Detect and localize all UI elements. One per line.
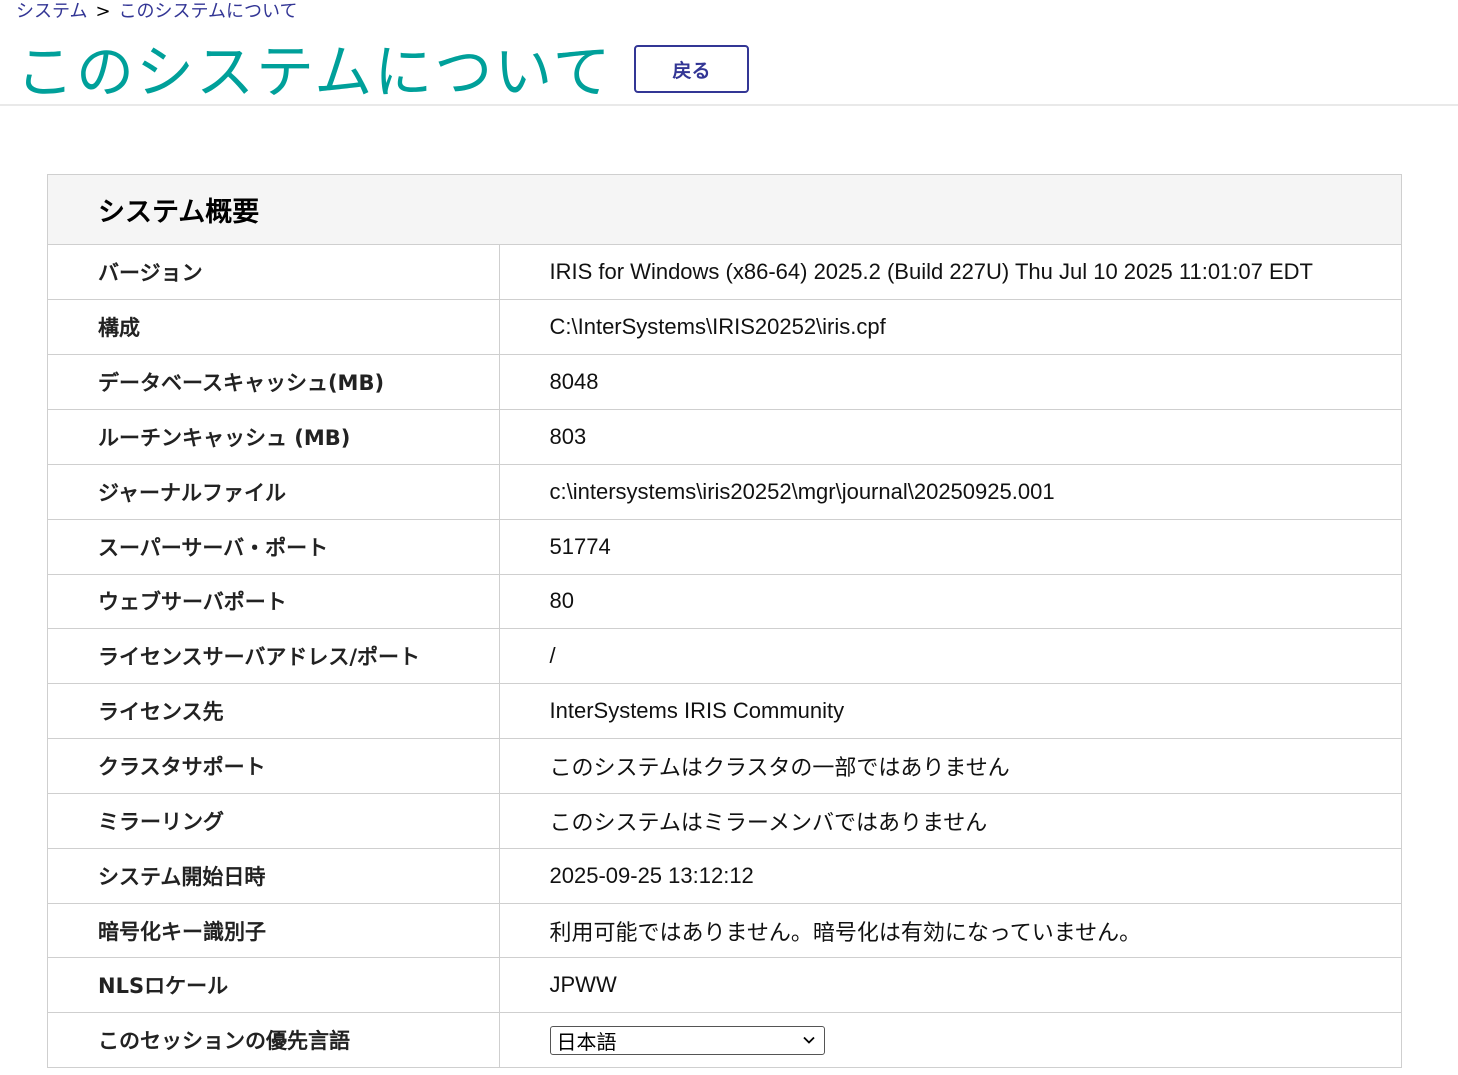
row-label-mirroring: ミラーリング (48, 793, 500, 849)
row-label-license-server: ライセンスサーバアドレス/ポート (48, 628, 500, 685)
row-label-preferred-language: このセッションの優先言語 (48, 1012, 500, 1069)
row-value-webserver-port: 80 (499, 574, 1401, 630)
table-row: ルーチンキャッシュ (MB) 803 (48, 409, 1401, 465)
row-label-version: バージョン (48, 245, 500, 301)
row-value-db-cache: 8048 (499, 354, 1401, 411)
breadcrumb-separator: > (95, 1, 111, 22)
table-row: クラスタサポート このシステムはクラスタの一部ではありません (48, 738, 1401, 794)
row-value-cluster-support: このシステムはクラスタの一部ではありません (499, 738, 1401, 794)
table-row: ウェブサーバポート 80 (48, 574, 1401, 630)
panel-header: システム概要 (48, 175, 1401, 245)
page-title: このシステムについて (16, 38, 613, 106)
table-row: ライセンス先 InterSystems IRIS Community (48, 683, 1401, 740)
table-row: バージョン IRIS for Windows (x86-64) 2025.2 (… (48, 245, 1401, 301)
row-value-preferred-language: 日本語 (499, 1012, 1401, 1069)
table-row: ライセンスサーバアドレス/ポート / (48, 628, 1401, 685)
row-label-routine-cache: ルーチンキャッシュ (MB) (48, 409, 500, 465)
row-label-start-time: システム開始日時 (48, 848, 500, 904)
table-row: ジャーナルファイル c:\intersystems\iris20252\mgr\… (48, 464, 1401, 520)
breadcrumb-link-about[interactable]: このシステムについて (119, 1, 298, 22)
back-button[interactable]: 戻る (634, 45, 749, 93)
table-row: ミラーリング このシステムはミラーメンバではありません (48, 793, 1401, 849)
row-label-encryption-key: 暗号化キー識別子 (48, 903, 500, 959)
row-label-journal-file: ジャーナルファイル (48, 464, 500, 520)
row-value-configuration: C:\InterSystems\IRIS20252\iris.cpf (499, 299, 1401, 356)
table-row: システム開始日時 2025-09-25 13:12:12 (48, 848, 1401, 904)
breadcrumb: システム > このシステムについて (16, 0, 297, 24)
row-value-license-server: / (499, 628, 1401, 685)
table-row: このセッションの優先言語 日本語 (48, 1012, 1401, 1069)
breadcrumb-link-system[interactable]: システム (16, 1, 87, 22)
row-label-configuration: 構成 (48, 299, 500, 356)
row-value-routine-cache: 803 (499, 409, 1401, 465)
table-row: 暗号化キー識別子 利用可能ではありません。暗号化は有効になっていません。 (48, 903, 1401, 959)
row-value-mirroring: このシステムはミラーメンバではありません (499, 793, 1401, 849)
system-summary-panel: システム概要 バージョン IRIS for Windows (x86-64) 2… (47, 174, 1402, 1069)
row-value-start-time: 2025-09-25 13:12:12 (499, 848, 1401, 904)
header-divider (0, 104, 1458, 106)
row-value-journal-file: c:\intersystems\iris20252\mgr\journal\20… (499, 464, 1401, 520)
row-label-nls-locale: NLSロケール (48, 957, 500, 1014)
row-label-webserver-port: ウェブサーバポート (48, 574, 500, 630)
row-value-superserver-port: 51774 (499, 519, 1401, 575)
table-row: NLSロケール JPWW (48, 957, 1401, 1014)
row-value-nls-locale: JPWW (499, 957, 1401, 1014)
panel-title: システム概要 (98, 197, 260, 228)
language-select[interactable]: 日本語 (549, 1025, 825, 1055)
system-info-table: バージョン IRIS for Windows (x86-64) 2025.2 (… (48, 245, 1401, 1069)
chevron-down-icon (802, 1037, 815, 1045)
table-row: スーパーサーバ・ポート 51774 (48, 519, 1401, 575)
language-select-value: 日本語 (556, 1029, 617, 1054)
table-row: 構成 C:\InterSystems\IRIS20252\iris.cpf (48, 299, 1401, 356)
row-value-encryption-key: 利用可能ではありません。暗号化は有効になっていません。 (499, 903, 1401, 959)
row-label-superserver-port: スーパーサーバ・ポート (48, 519, 500, 575)
row-label-licensed-to: ライセンス先 (48, 683, 500, 740)
row-label-cluster-support: クラスタサポート (48, 738, 500, 794)
row-value-licensed-to: InterSystems IRIS Community (499, 683, 1401, 740)
row-label-db-cache: データベースキャッシュ(MB) (48, 354, 500, 411)
table-row: データベースキャッシュ(MB) 8048 (48, 354, 1401, 411)
row-value-version: IRIS for Windows (x86-64) 2025.2 (Build … (499, 245, 1401, 301)
